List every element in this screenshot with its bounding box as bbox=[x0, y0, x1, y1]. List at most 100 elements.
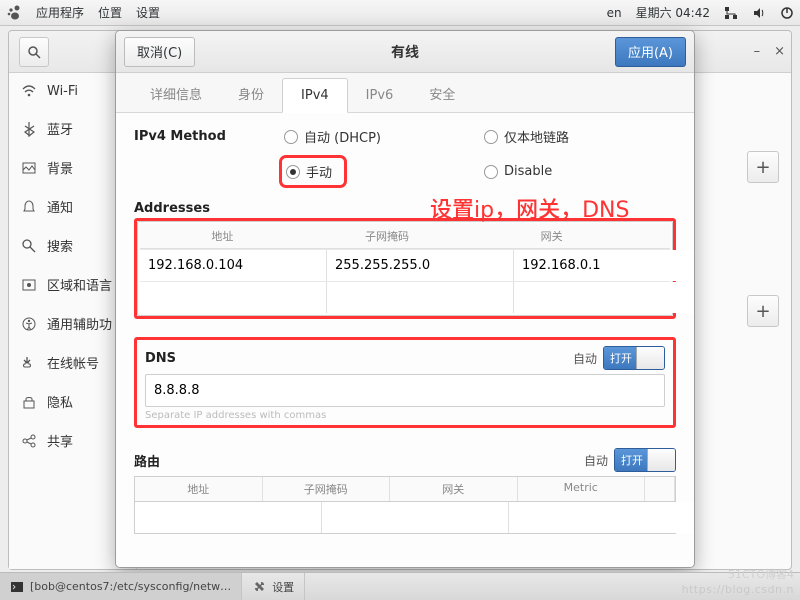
task-label: [bob@centos7:/etc/sysconfig/netw… bbox=[30, 580, 231, 593]
radio-label: 自动 (DHCP) bbox=[304, 127, 381, 146]
routes-title: 路由 bbox=[134, 451, 160, 470]
apply-button[interactable]: 应用(A) bbox=[615, 37, 686, 67]
radio-local[interactable]: 仅本地链路 bbox=[484, 127, 664, 146]
task-settings[interactable]: 设置 bbox=[242, 573, 305, 600]
power-icon[interactable] bbox=[780, 6, 794, 20]
ipv4-method-label: IPv4 Method bbox=[134, 127, 284, 144]
terminal-icon bbox=[10, 580, 24, 594]
tab-identity[interactable]: 身份 bbox=[220, 75, 282, 112]
task-terminal[interactable]: [bob@centos7:/etc/sysconfig/netw… bbox=[0, 573, 242, 600]
sidebar-item-label: 搜索 bbox=[47, 236, 73, 255]
sidebar-item-label: 区域和语言 bbox=[47, 275, 112, 294]
share-icon bbox=[21, 433, 37, 449]
sidebar-item-label: 通知 bbox=[47, 197, 73, 216]
wrench-icon bbox=[252, 580, 266, 594]
col-netmask: 子网掩码 bbox=[263, 477, 391, 501]
route-netmask-input[interactable] bbox=[322, 502, 509, 533]
routes-header: 地址 子网掩码 网关 Metric bbox=[134, 476, 676, 501]
switch-on-label: 打开 bbox=[615, 449, 649, 471]
col-metric: Metric bbox=[518, 477, 646, 501]
address-input[interactable] bbox=[140, 282, 327, 313]
radio-disable[interactable]: Disable bbox=[484, 160, 664, 183]
dns-title: DNS bbox=[145, 351, 176, 366]
watermark: https://blog.csdn.n bbox=[682, 583, 794, 596]
radio-label: Disable bbox=[504, 164, 552, 179]
sidebar-item-label: Wi-Fi bbox=[47, 84, 78, 99]
col-address: 地址 bbox=[135, 477, 263, 501]
dns-highlight: DNS 自动 打开 Separate IP addresses with com… bbox=[134, 337, 676, 428]
addresses-table: 地址 子网掩码 网关 ✕ ✕ bbox=[137, 221, 673, 316]
cancel-label: 取消(C) bbox=[137, 42, 182, 61]
radio-icon bbox=[484, 130, 498, 144]
radio-label: 手动 bbox=[306, 162, 332, 181]
dialog-header: 取消(C) 有线 应用(A) bbox=[116, 31, 694, 73]
route-gateway-input[interactable] bbox=[509, 502, 694, 533]
tab-ipv6[interactable]: IPv6 bbox=[348, 79, 412, 112]
sidebar-item-label: 在线帐号 bbox=[47, 353, 99, 372]
col-gateway: 网关 bbox=[469, 224, 634, 249]
addresses-title: Addresses bbox=[134, 201, 676, 216]
wifi-icon bbox=[21, 83, 37, 99]
dns-auto-label: 自动 bbox=[573, 350, 597, 367]
bluetooth-icon bbox=[21, 121, 37, 137]
sidebar-item-label: 背景 bbox=[47, 158, 73, 177]
route-address-input[interactable] bbox=[135, 502, 322, 533]
search-button[interactable] bbox=[19, 37, 49, 67]
menu-apps[interactable]: 应用程序 bbox=[36, 4, 84, 21]
routes-auto-label: 自动 bbox=[584, 452, 608, 469]
add-connection-button-1[interactable]: + bbox=[747, 151, 779, 183]
col-gateway: 网关 bbox=[390, 477, 518, 501]
sidebar-item-label: 通用辅助功 bbox=[47, 314, 112, 333]
close-button[interactable]: × bbox=[774, 44, 785, 59]
col-address: 地址 bbox=[140, 224, 305, 249]
radio-icon bbox=[484, 165, 498, 179]
sidebar-item-label: 共享 bbox=[47, 431, 73, 450]
gateway-input[interactable] bbox=[514, 282, 694, 313]
accessibility-icon bbox=[21, 316, 37, 332]
search-icon bbox=[21, 238, 37, 254]
switch-on-label: 打开 bbox=[604, 347, 638, 369]
netmask-input[interactable] bbox=[327, 282, 514, 313]
clock-label[interactable]: 星期六 04:42 bbox=[636, 4, 710, 21]
tab-security[interactable]: 安全 bbox=[411, 75, 473, 112]
routes-auto-switch[interactable]: 打开 bbox=[614, 448, 676, 472]
sidebar-item-label: 蓝牙 bbox=[47, 119, 73, 138]
region-icon bbox=[21, 277, 37, 293]
cloud-icon bbox=[21, 355, 37, 371]
radio-label: 仅本地链路 bbox=[504, 127, 569, 146]
address-row: ✕ bbox=[140, 249, 670, 281]
address-row-empty: ✕ bbox=[140, 281, 670, 313]
watermark2: 51CTO博客4 bbox=[728, 566, 794, 582]
connection-dialog: 取消(C) 有线 应用(A) 详细信息 身份 IPv4 IPv6 安全 IPv4… bbox=[115, 30, 695, 568]
gnome-logo-icon bbox=[6, 5, 22, 21]
radio-manual[interactable]: 手动 bbox=[284, 160, 342, 183]
minimize-button[interactable]: – bbox=[754, 44, 761, 59]
switch-knob bbox=[636, 347, 664, 369]
menu-settings[interactable]: 设置 bbox=[136, 4, 160, 21]
radio-icon bbox=[284, 130, 298, 144]
dns-auto-switch[interactable]: 打开 bbox=[603, 346, 665, 370]
bell-icon bbox=[21, 199, 37, 215]
network-icon[interactable] bbox=[724, 6, 738, 20]
address-input[interactable] bbox=[140, 250, 327, 281]
addresses-highlight: 地址 子网掩码 网关 ✕ ✕ bbox=[134, 218, 676, 319]
tab-ipv4[interactable]: IPv4 bbox=[282, 78, 348, 113]
tab-details[interactable]: 详细信息 bbox=[132, 75, 220, 112]
cancel-button[interactable]: 取消(C) bbox=[124, 37, 195, 67]
dialog-tabs: 详细信息 身份 IPv4 IPv6 安全 bbox=[116, 73, 694, 113]
dialog-body: IPv4 Method 自动 (DHCP) 仅本地链路 手动 Disable A… bbox=[116, 113, 694, 567]
add-connection-button-2[interactable]: + bbox=[747, 295, 779, 327]
dns-hint: Separate IP addresses with commas bbox=[145, 410, 665, 421]
dns-input[interactable] bbox=[145, 374, 665, 407]
input-lang[interactable]: en bbox=[607, 6, 622, 20]
netmask-input[interactable] bbox=[327, 250, 514, 281]
radio-auto[interactable]: 自动 (DHCP) bbox=[284, 127, 484, 146]
radio-icon bbox=[286, 165, 300, 179]
system-topbar: 应用程序 位置 设置 en 星期六 04:42 bbox=[0, 0, 800, 26]
menu-places[interactable]: 位置 bbox=[98, 4, 122, 21]
gateway-input[interactable] bbox=[514, 250, 694, 281]
apply-label: 应用(A) bbox=[628, 42, 673, 61]
taskbar: [bob@centos7:/etc/sysconfig/netw… 设置 htt… bbox=[0, 572, 800, 600]
volume-icon[interactable] bbox=[752, 6, 766, 20]
task-label: 设置 bbox=[272, 579, 294, 595]
